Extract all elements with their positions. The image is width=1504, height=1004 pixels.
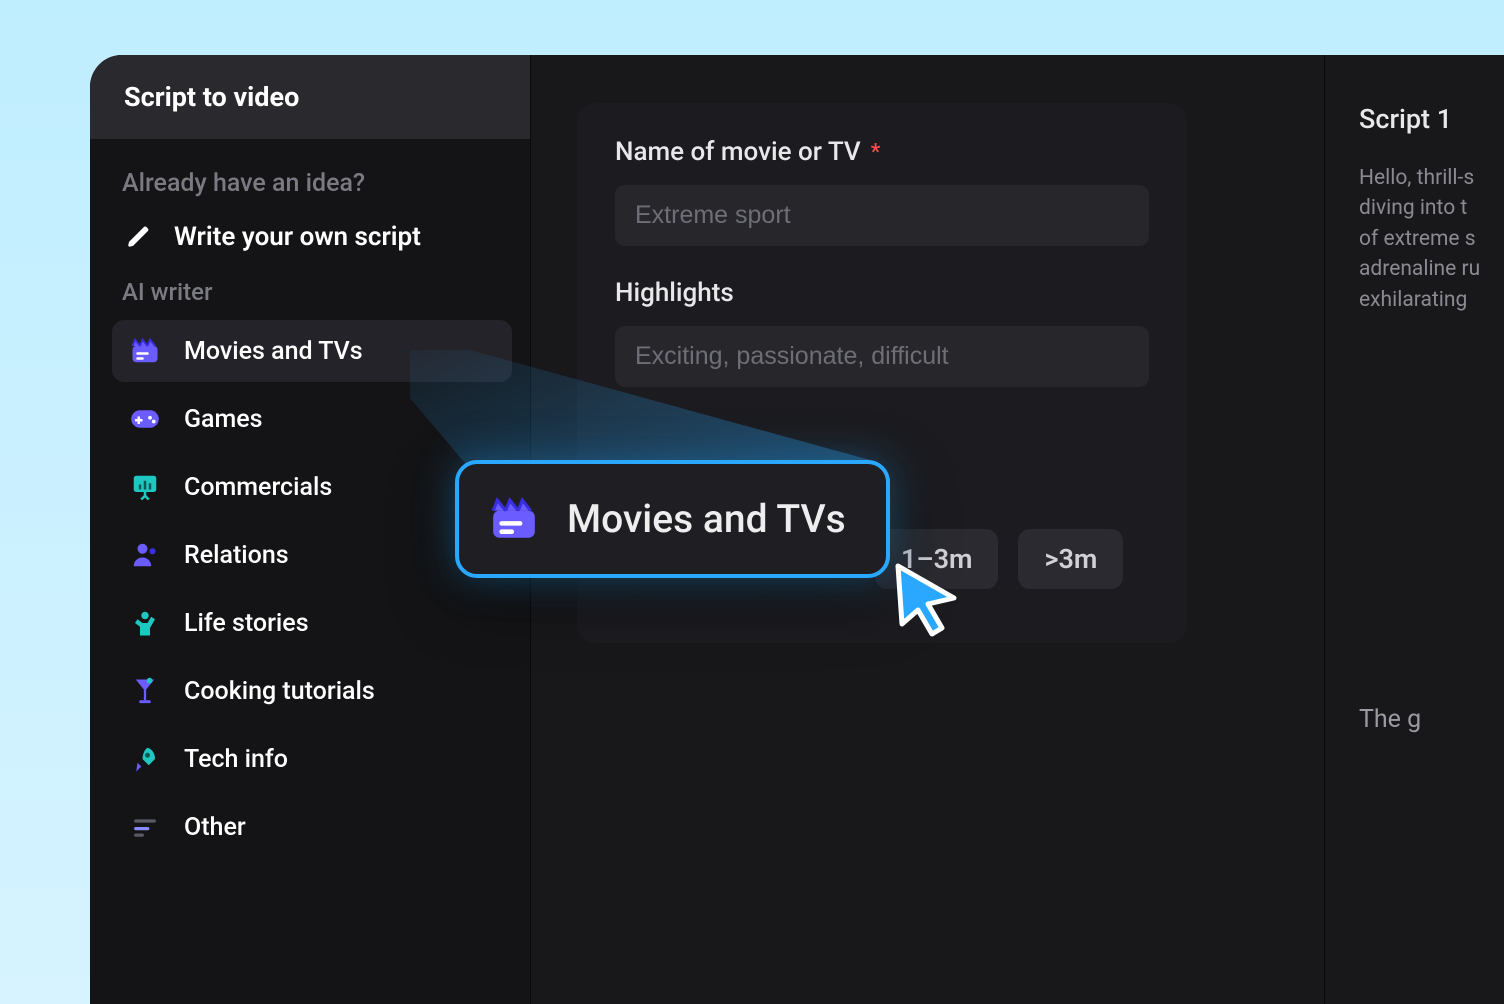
category-label: Games: [184, 405, 263, 434]
ai-writer-section-label: AI writer: [122, 278, 502, 306]
cursor-icon: [890, 560, 962, 638]
sidebar-title: Script to video: [124, 81, 496, 113]
category-label: Life stories: [184, 609, 309, 638]
sidebar-header: Script to video: [90, 55, 530, 139]
callout-movies-tvs[interactable]: Movies and TVs: [455, 460, 890, 578]
cocktail-icon: [128, 674, 162, 708]
name-label-text: Name of movie or TV: [615, 137, 861, 167]
category-label: Movies and TVs: [184, 337, 363, 366]
category-movies-tvs[interactable]: Movies and TVs: [112, 320, 512, 382]
write-own-script-button[interactable]: Write your own script: [112, 214, 512, 278]
script-preview-title: Script 1: [1359, 103, 1504, 135]
script-preview-panel: Script 1 Hello, thrill-s diving into t o…: [1324, 55, 1504, 1004]
idea-prompt-label: Already have an idea?: [122, 169, 502, 198]
clapper-icon: [487, 492, 541, 546]
category-tech[interactable]: Tech info: [112, 728, 512, 790]
duration-chip-gt3m[interactable]: >3m: [1018, 529, 1123, 589]
lines-icon: [128, 810, 162, 844]
category-games[interactable]: Games: [112, 388, 512, 450]
required-star-icon: *: [871, 140, 881, 165]
category-other[interactable]: Other: [112, 796, 512, 858]
category-label: Commercials: [184, 473, 332, 502]
category-label: Other: [184, 813, 246, 842]
category-list: Movies and TVs Games Commercials: [112, 320, 512, 858]
category-commercials[interactable]: Commercials: [112, 456, 512, 518]
gamepad-icon: [128, 402, 162, 436]
write-own-label: Write your own script: [174, 222, 421, 252]
person-icon: [128, 538, 162, 572]
category-relations[interactable]: Relations: [112, 524, 512, 586]
script-preview-more: The g: [1359, 705, 1504, 734]
highlights-field-label: Highlights: [615, 278, 1149, 308]
category-cooking[interactable]: Cooking tutorials: [112, 660, 512, 722]
clapper-icon: [128, 334, 162, 368]
rocket-icon: [128, 742, 162, 776]
presentation-icon: [128, 470, 162, 504]
name-field-label: Name of movie or TV *: [615, 137, 1149, 167]
wave-person-icon: [128, 606, 162, 640]
highlights-input[interactable]: [615, 326, 1149, 387]
category-label: Cooking tutorials: [184, 677, 375, 706]
callout-label: Movies and TVs: [567, 496, 846, 542]
pencil-icon: [122, 220, 156, 254]
name-input[interactable]: [615, 185, 1149, 246]
category-label: Relations: [184, 541, 289, 570]
category-label: Tech info: [184, 745, 288, 774]
category-life-stories[interactable]: Life stories: [112, 592, 512, 654]
script-preview-body: Hello, thrill-s diving into t of extreme…: [1359, 163, 1504, 315]
